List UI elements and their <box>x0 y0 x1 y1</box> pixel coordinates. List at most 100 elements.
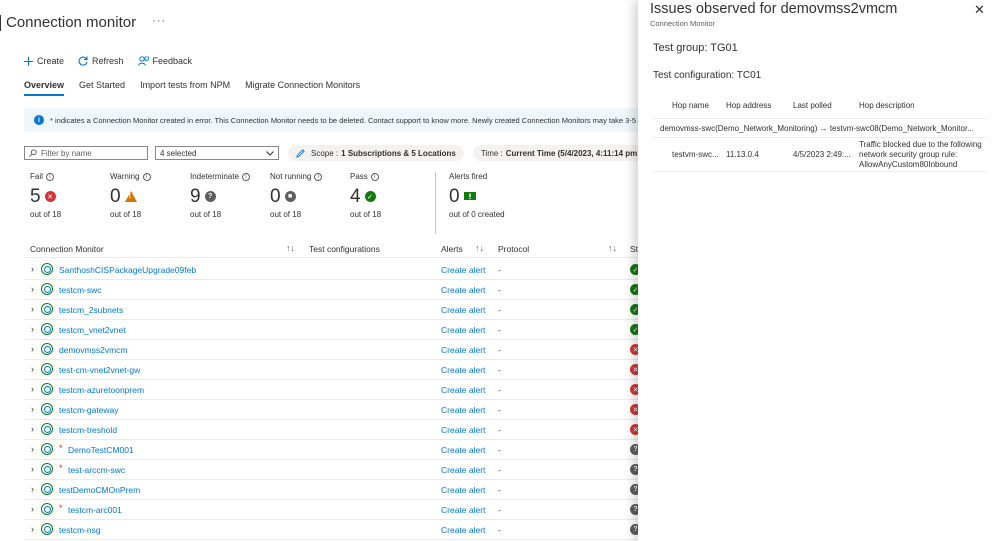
connection-monitor-list: › SanthoshCISPackageUpgrade09feb Create al… <box>24 260 640 540</box>
stat-sub: out of 18 <box>350 210 382 219</box>
create-alert-link[interactable]: Create alert <box>441 325 485 335</box>
table-row[interactable]: › * testcm-arc001 Create alert -? <box>24 500 640 520</box>
create-alert-link[interactable]: Create alert <box>441 365 485 375</box>
table-row[interactable]: › testcm-gateway Create alert - ✕ <box>24 400 640 420</box>
subscription-select[interactable]: 4 selected <box>155 146 279 160</box>
stat-alerts-fired[interactable]: Alerts fired 0 out of 0 created <box>449 172 505 219</box>
connection-monitor-name[interactable]: testcm-gateway <box>59 405 119 415</box>
table-row[interactable]: › testcm_2subnets Create alert - ✓ <box>24 300 640 320</box>
connection-monitor-name[interactable]: test-arccm-swc <box>68 465 125 475</box>
create-alert-link[interactable]: Create alert <box>441 265 485 275</box>
error-star-icon: * <box>59 503 63 513</box>
connection-monitor-name[interactable]: DemoTestCM001 <box>68 445 134 455</box>
stat-warning[interactable]: Warning i 0! out of 18 <box>110 172 151 219</box>
time-filter-pill[interactable]: Time : Current Time (5/4/2023, 4:11:14 p… <box>472 145 640 161</box>
connection-monitor-name[interactable]: test-cm-vnet2vnet-gw <box>59 365 140 375</box>
create-button[interactable]: Create <box>24 56 64 66</box>
table-row[interactable]: › testcm-treshold Create alert - ✕ <box>24 420 640 440</box>
tab-migrate[interactable]: Migrate Connection Monitors <box>245 80 360 96</box>
table-row[interactable]: › testcm-swc Create alert - ✓ <box>24 280 640 300</box>
chevron-right-icon[interactable]: › <box>31 524 34 534</box>
select-value: 4 selected <box>160 148 197 158</box>
create-alert-link[interactable]: Create alert <box>441 505 485 515</box>
table-row[interactable]: › * DemoTestCM001 Create alert -? <box>24 440 640 460</box>
stat-label: Fail <box>30 172 43 181</box>
column-test-configurations[interactable]: Test configurations <box>309 244 380 254</box>
table-row[interactable]: › * test-arccm-swc Create alert -? <box>24 460 640 480</box>
column-protocol[interactable]: Protocol <box>498 244 529 254</box>
chevron-right-icon[interactable]: › <box>31 444 34 454</box>
chevron-right-icon[interactable]: › <box>31 384 34 394</box>
info-text: * indicates a Connection Monitor created… <box>50 115 637 125</box>
chevron-right-icon[interactable]: › <box>31 504 34 514</box>
chevron-right-icon[interactable]: › <box>31 364 34 374</box>
filter-placeholder: Filter by name <box>41 148 92 158</box>
tab-overview[interactable]: Overview <box>24 80 65 96</box>
sort-icon[interactable]: ↑↓ <box>475 243 484 253</box>
stat-not-running[interactable]: Not running i 0 ■ out of 18 <box>270 172 323 219</box>
create-alert-link[interactable]: Create alert <box>441 305 485 315</box>
connection-monitor-name[interactable]: testcm-treshold <box>59 425 117 435</box>
sort-icon[interactable]: ↑↓ <box>608 243 617 253</box>
table-row[interactable]: › testDemoCMOnPrem Create alert -? <box>24 480 640 500</box>
chevron-right-icon[interactable]: › <box>31 304 34 314</box>
column-status[interactable]: St <box>630 244 638 254</box>
chevron-right-icon[interactable]: › <box>31 404 34 414</box>
ellipsis-icon[interactable]: ··· <box>152 15 166 27</box>
panel-title: Issues observed for demovmss2vmcm <box>650 1 898 17</box>
create-alert-link[interactable]: Create alert <box>441 445 485 455</box>
stat-label: Warning <box>110 172 140 181</box>
hop-row[interactable]: testvm-swc... 11.13.0.4 4/5/2023 2:49:..… <box>653 138 987 172</box>
refresh-button[interactable]: Refresh <box>78 56 124 66</box>
create-alert-link[interactable]: Create alert <box>441 285 485 295</box>
sort-icon[interactable]: ↑↓ <box>286 243 295 253</box>
connection-monitor-icon <box>41 443 53 455</box>
close-icon[interactable]: ✕ <box>974 2 985 18</box>
error-star-icon: * <box>59 443 63 453</box>
create-alert-link[interactable]: Create alert <box>441 345 485 355</box>
chevron-right-icon[interactable]: › <box>31 464 34 474</box>
create-alert-link[interactable]: Create alert <box>441 385 485 395</box>
feedback-button[interactable]: Feedback <box>137 56 192 66</box>
connection-monitor-name[interactable]: SanthoshCISPackageUpgrade09feb <box>59 265 196 275</box>
test-group-label: Test group: TG01 <box>653 42 738 54</box>
column-connection-monitor[interactable]: Connection Monitor <box>30 244 104 254</box>
chevron-right-icon[interactable]: › <box>31 324 34 334</box>
connection-monitor-name[interactable]: testcm-nsg <box>59 525 101 535</box>
filter-name-input[interactable]: Filter by name <box>24 146 148 160</box>
protocol-value: - <box>498 285 501 295</box>
create-alert-link[interactable]: Create alert <box>441 425 485 435</box>
create-alert-link[interactable]: Create alert <box>441 525 485 535</box>
tab-get-started[interactable]: Get Started <box>79 80 125 96</box>
stat-pass[interactable]: Pass i 4 ✓ out of 18 <box>350 172 381 219</box>
table-row[interactable]: › test-cm-vnet2vnet-gw Create alert - ✕ <box>24 360 640 380</box>
tab-import-tests[interactable]: Import tests from NPM <box>140 80 230 96</box>
chevron-right-icon[interactable]: › <box>31 264 34 274</box>
table-row[interactable]: › SanthoshCISPackageUpgrade09feb Create al… <box>24 260 640 280</box>
connection-monitor-name[interactable]: testDemoCMOnPrem <box>59 485 140 495</box>
create-alert-link[interactable]: Create alert <box>441 465 485 475</box>
connection-monitor-name[interactable]: testcm_vnet2vnet <box>59 325 126 335</box>
chevron-right-icon[interactable]: › <box>31 344 34 354</box>
stat-sub: out of 18 <box>30 210 62 219</box>
title-divider <box>0 14 1 31</box>
create-alert-link[interactable]: Create alert <box>441 405 485 415</box>
connection-monitor-name[interactable]: testcm-swc <box>59 285 102 295</box>
connection-monitor-name[interactable]: testcm-azuretoonprem <box>59 385 144 395</box>
table-row[interactable]: › testcm-azuretoonprem Create alert - ✕ <box>24 380 640 400</box>
stat-fail[interactable]: Fail i 5 ✕ out of 18 <box>30 172 61 219</box>
table-row[interactable]: › testcm-nsg Create alert -? <box>24 520 640 540</box>
chevron-right-icon[interactable]: › <box>31 424 34 434</box>
chevron-right-icon[interactable]: › <box>31 284 34 294</box>
toolbar: Create Refresh Feedback <box>24 56 206 66</box>
stat-indeterminate[interactable]: Indeterminate i 9? out of 18 <box>190 172 250 219</box>
chevron-right-icon[interactable]: › <box>31 484 34 494</box>
create-alert-link[interactable]: Create alert <box>441 485 485 495</box>
connection-monitor-name[interactable]: testcm-arc001 <box>68 505 122 515</box>
connection-monitor-name[interactable]: demovmss2vmcm <box>59 345 127 355</box>
column-alerts[interactable]: Alerts <box>441 244 463 254</box>
connection-monitor-name[interactable]: testcm_2subnets <box>59 305 123 315</box>
scope-filter-pill[interactable]: Scope : 1 Subscriptions & 5 Locations <box>288 145 464 161</box>
table-row[interactable]: › testcm_vnet2vnet Create alert - ✓ <box>24 320 640 340</box>
table-row[interactable]: › demovmss2vmcm Create alert - ✕ <box>24 340 640 360</box>
